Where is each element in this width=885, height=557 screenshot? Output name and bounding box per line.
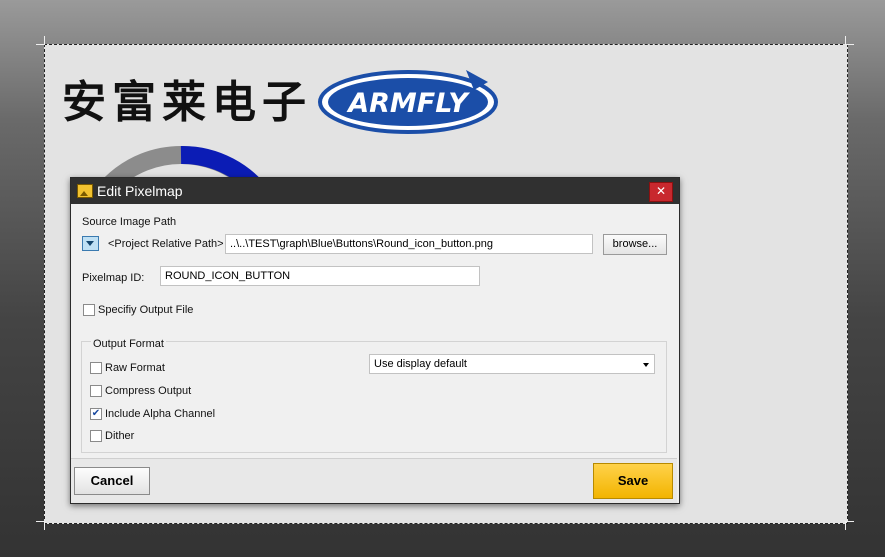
company-chinese-title: 安富莱电子 [62,77,312,128]
dialog-title: Edit Pixelmap [97,183,183,199]
image-icon [77,184,93,198]
canvas-corner-mark [845,521,854,530]
pixelmap-id-input[interactable]: ROUND_ICON_BUTTON [160,266,480,286]
edit-pixelmap-dialog: Edit Pixelmap ✕ Source Image Path <Proje… [70,177,680,504]
chevron-down-icon [643,363,649,367]
include-alpha-checkbox[interactable]: ✔ [90,408,102,420]
save-button[interactable]: Save [593,463,673,499]
cancel-button[interactable]: Cancel [74,467,150,495]
include-alpha-label: Include Alpha Channel [105,408,216,420]
checkmark-icon: ✔ [91,408,101,419]
source-image-path-label: Source Image Path [82,216,177,228]
raw-format-label: Raw Format [105,362,165,374]
armfly-logo: ARMFLY [318,70,498,134]
canvas-corner-mark [36,521,45,530]
logo-text: ARMFLY [346,88,470,119]
output-format-label: Output Format [91,338,166,350]
dialog-titlebar: Edit Pixelmap ✕ [71,178,679,204]
close-button[interactable]: ✕ [649,182,673,202]
path-mode-dropdown-button[interactable] [82,236,99,251]
raw-format-checkbox[interactable] [90,362,102,374]
display-format-value: Use display default [374,358,467,370]
specify-output-checkbox[interactable] [83,304,95,316]
path-mode-label: <Project Relative Path> [108,238,224,250]
specify-output-label: Specifiy Output File [98,304,194,316]
dialog-footer: Cancel Save [71,458,677,503]
compress-output-label: Compress Output [105,385,192,397]
dither-label: Dither [105,430,135,442]
source-path-input[interactable]: ..\..\TEST\graph\Blue\Buttons\Round_icon… [225,234,593,254]
canvas-corner-mark [845,36,854,45]
browse-button[interactable]: browse... [603,234,667,255]
canvas-corner-mark [36,36,45,45]
compress-output-checkbox[interactable] [90,385,102,397]
display-format-select[interactable]: Use display default [369,354,655,374]
pixelmap-id-label: Pixelmap ID: [82,272,145,284]
dither-checkbox[interactable] [90,430,102,442]
